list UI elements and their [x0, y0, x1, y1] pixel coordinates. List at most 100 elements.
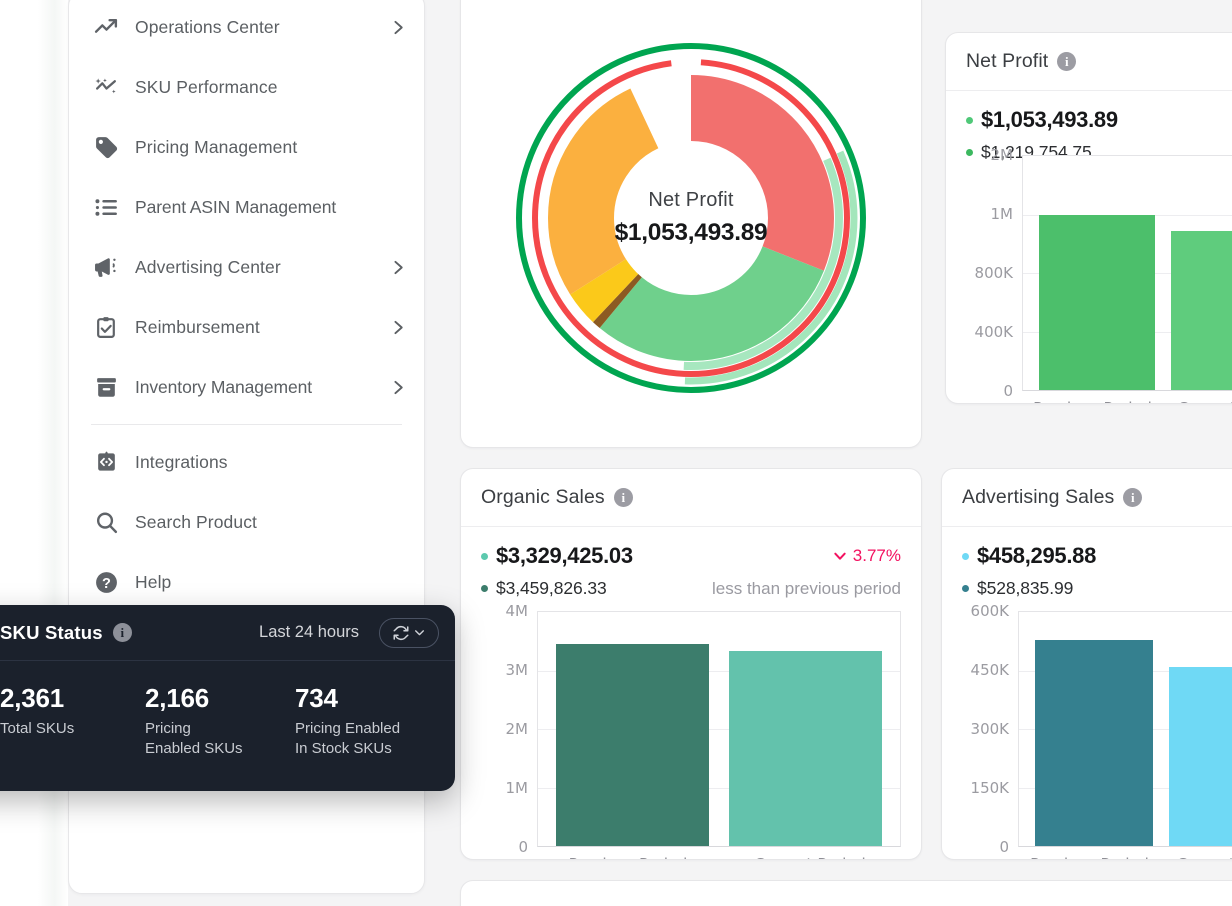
bar-column-previous[interactable] [1038, 156, 1156, 390]
y-tick: 450K [970, 661, 1009, 679]
sku-stat-pricing-enabled-in-stock: 734 Pricing Enabled In Stock SKUs [295, 683, 455, 760]
sku-status-popover: SKU Status i Last 24 hours 2,361 Total S… [0, 605, 455, 791]
sidebar-item-integrations[interactable]: Integrations [69, 432, 424, 492]
bar-column-current[interactable] [1170, 156, 1232, 390]
sidebar-item-sku-performance[interactable]: SKU Performance [69, 57, 424, 117]
card-header: Organic Sales i [461, 469, 921, 527]
primary-value: $458,295.88 [977, 543, 1097, 568]
bar-group [538, 612, 900, 846]
app-root: Operations Center SKU Performance Pricin… [0, 0, 1232, 906]
tag-icon [93, 134, 119, 160]
bar-column-previous[interactable] [556, 612, 709, 846]
sidebar-item-search-product[interactable]: Search Product [69, 492, 424, 552]
sku-stat-value: 2,166 [145, 683, 210, 713]
megaphone-icon [93, 254, 119, 280]
card-body: $3,329,425.03 3.77% $3,459,826.33 less t… [461, 527, 921, 859]
info-icon[interactable]: i [1057, 52, 1077, 71]
bar-current-period[interactable] [729, 651, 882, 846]
x-tick: Previous Period [1030, 399, 1154, 403]
sidebar-item-label: Parent ASIN Management [135, 196, 337, 217]
bar-column-current[interactable] [1169, 612, 1232, 846]
y-tick: 1M [505, 779, 529, 797]
bar-previous-period[interactable] [556, 643, 709, 846]
secondary-metric: $528,835.99 [962, 578, 1073, 599]
chevron-right-icon[interactable] [383, 19, 406, 36]
x-axis-labels: Previous Period Current Period [1022, 399, 1232, 403]
x-tick: Previous Period [548, 855, 708, 859]
card-header: Net Profit i [946, 33, 1232, 91]
sidebar-item-operations-center[interactable]: Operations Center [69, 0, 424, 57]
sidebar-item-label: Operations Center [135, 16, 280, 37]
donut-center-label: Net Profit $1,053,493.89 [581, 189, 801, 247]
sidebar-item-label: Advertising Center [135, 256, 281, 277]
primary-metric-row: $1,053,493.89 [966, 107, 1232, 133]
y-axis: 600K 450K 300K 150K 0 [962, 602, 1018, 856]
bar-previous-period[interactable] [1038, 214, 1156, 390]
legend-dot-current [481, 552, 488, 560]
sku-stat-label: Pricing Enabled SKUs [145, 720, 243, 758]
card-body: $458,295.88 $528,835.99 less th 600K 450… [942, 527, 1232, 859]
clipboard-check-icon [93, 314, 119, 340]
y-tick: 2M [505, 720, 529, 738]
sidebar-item-label: SKU Performance [135, 76, 278, 97]
info-icon[interactable]: i [1123, 488, 1143, 507]
sku-stat-value: 2,361 [0, 683, 65, 713]
legend-dot-current [966, 116, 973, 124]
y-tick: 150K [970, 779, 1009, 797]
organic-sales-chart: 4M 3M 2M 1M 0 [481, 602, 901, 859]
x-tick: Current Period [1171, 399, 1232, 403]
comparison-note: less than previous period [711, 578, 901, 598]
primary-metric-row: $3,329,425.03 3.77% [481, 543, 901, 569]
bar-previous-period[interactable] [1035, 640, 1153, 846]
y-tick: 400K [974, 323, 1013, 341]
net-profit-donut-chart[interactable]: Net Profit $1,053,493.89 [511, 38, 871, 398]
bar-column-previous[interactable] [1035, 612, 1153, 846]
y-tick: 1M [990, 205, 1014, 223]
bar-current-period[interactable] [1170, 230, 1232, 390]
sidebar-item-help[interactable]: ? Help [69, 552, 424, 612]
bar-column-current[interactable] [729, 612, 882, 846]
primary-metric: $3,329,425.03 [481, 543, 633, 569]
chevron-right-icon[interactable] [383, 379, 406, 396]
y-axis: 4M 3M 2M 1M 0 [481, 602, 537, 856]
card-body: $1,053,493.89 $1,219,754.75 less th 2M 1… [946, 91, 1232, 403]
legend-dot-previous [962, 585, 969, 592]
y-tick: 600K [970, 602, 1009, 620]
search-icon [93, 509, 119, 535]
bar-current-period[interactable] [1169, 667, 1232, 846]
info-icon[interactable]: i [112, 623, 132, 642]
legend-dot-previous [481, 585, 488, 592]
sidebar-item-label: Search Product [135, 511, 258, 532]
primary-metric: $1,053,493.89 [966, 107, 1118, 133]
sidebar-item-label: Pricing Management [135, 136, 298, 157]
y-axis: 2M 1M 800K 400K 0 [966, 146, 1022, 400]
bar-group [1019, 612, 1232, 846]
bar-group [1023, 156, 1232, 390]
net-profit-card: Net Profit i $1,053,493.89 $1,219,754.75… [945, 32, 1232, 404]
sidebar-item-advertising-center[interactable]: Advertising Center [69, 237, 424, 297]
x-axis-labels: Previous Period Current Period [1018, 855, 1232, 859]
secondary-metric-row: $3,459,826.33 less than previous period [481, 578, 901, 599]
organic-sales-card: Organic Sales i $3,329,425.03 3.77% $3,4… [460, 468, 922, 860]
sidebar-item-reimbursement[interactable]: Reimbursement [69, 297, 424, 357]
chevron-right-icon[interactable] [383, 259, 406, 276]
sidebar-item-inventory-management[interactable]: Inventory Management [69, 357, 424, 417]
help-circle-icon: ? [93, 569, 119, 595]
sidebar-item-pricing-management[interactable]: Pricing Management [69, 117, 424, 177]
sidebar-item-label: Reimbursement [135, 316, 260, 337]
refresh-dropdown-button[interactable] [379, 617, 439, 648]
secondary-value: $3,459,826.33 [496, 578, 607, 598]
x-axis-labels: Previous Period Current Period [537, 855, 901, 859]
info-icon[interactable]: i [613, 488, 633, 507]
refresh-icon [393, 625, 409, 640]
sku-stat-value: 734 [295, 683, 338, 713]
net-profit-donut-card: Net Profit $1,053,493.89 [460, 0, 922, 448]
plot-area [1018, 611, 1232, 847]
bottom-partial-card [460, 880, 1232, 906]
secondary-metric-row: $528,835.99 less th [962, 578, 1232, 599]
chevron-right-icon[interactable] [383, 319, 406, 336]
x-tick: Current Period [1170, 855, 1232, 859]
sku-stat-label: Pricing Enabled In Stock SKUs [295, 720, 401, 758]
sidebar-item-parent-asin-management[interactable]: Parent ASIN Management [69, 177, 424, 237]
sku-status-title: SKU Status [0, 621, 103, 643]
